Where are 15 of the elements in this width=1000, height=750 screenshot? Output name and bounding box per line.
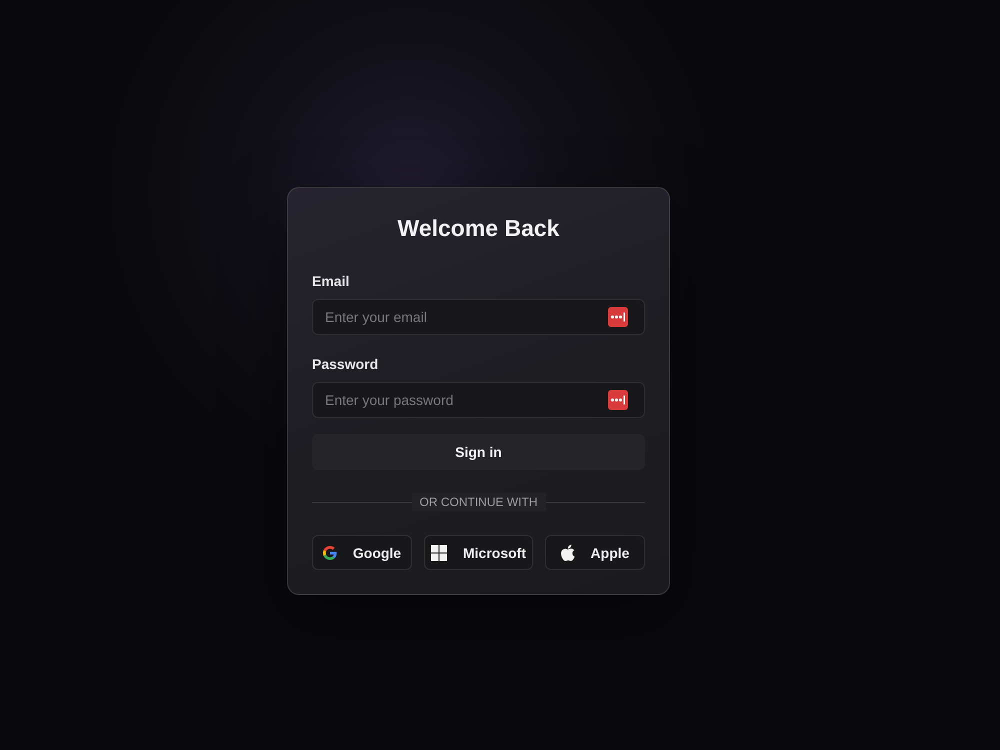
card-title: Welcome Back: [396, 214, 560, 243]
sign-in-button[interactable]: Sign in: [312, 434, 645, 470]
google-icon: [322, 546, 337, 560]
provider-button[interactable]: Apple: [545, 535, 645, 570]
provider-button[interactable]: Google: [312, 535, 412, 570]
apple-icon: [560, 544, 575, 561]
provider-button[interactable]: Microsoft: [424, 535, 533, 570]
field-label: Password: [312, 355, 380, 374]
field-label: Email: [312, 272, 350, 291]
divider-label: OR CONTINUE WITH: [412, 493, 546, 511]
password-dots-icon[interactable]: [608, 307, 628, 327]
password-dots-icon[interactable]: [608, 390, 628, 410]
input-field[interactable]: Enter your password: [312, 382, 645, 418]
four-squares-icon: [431, 544, 447, 560]
input-field[interactable]: Enter your email: [312, 299, 645, 335]
